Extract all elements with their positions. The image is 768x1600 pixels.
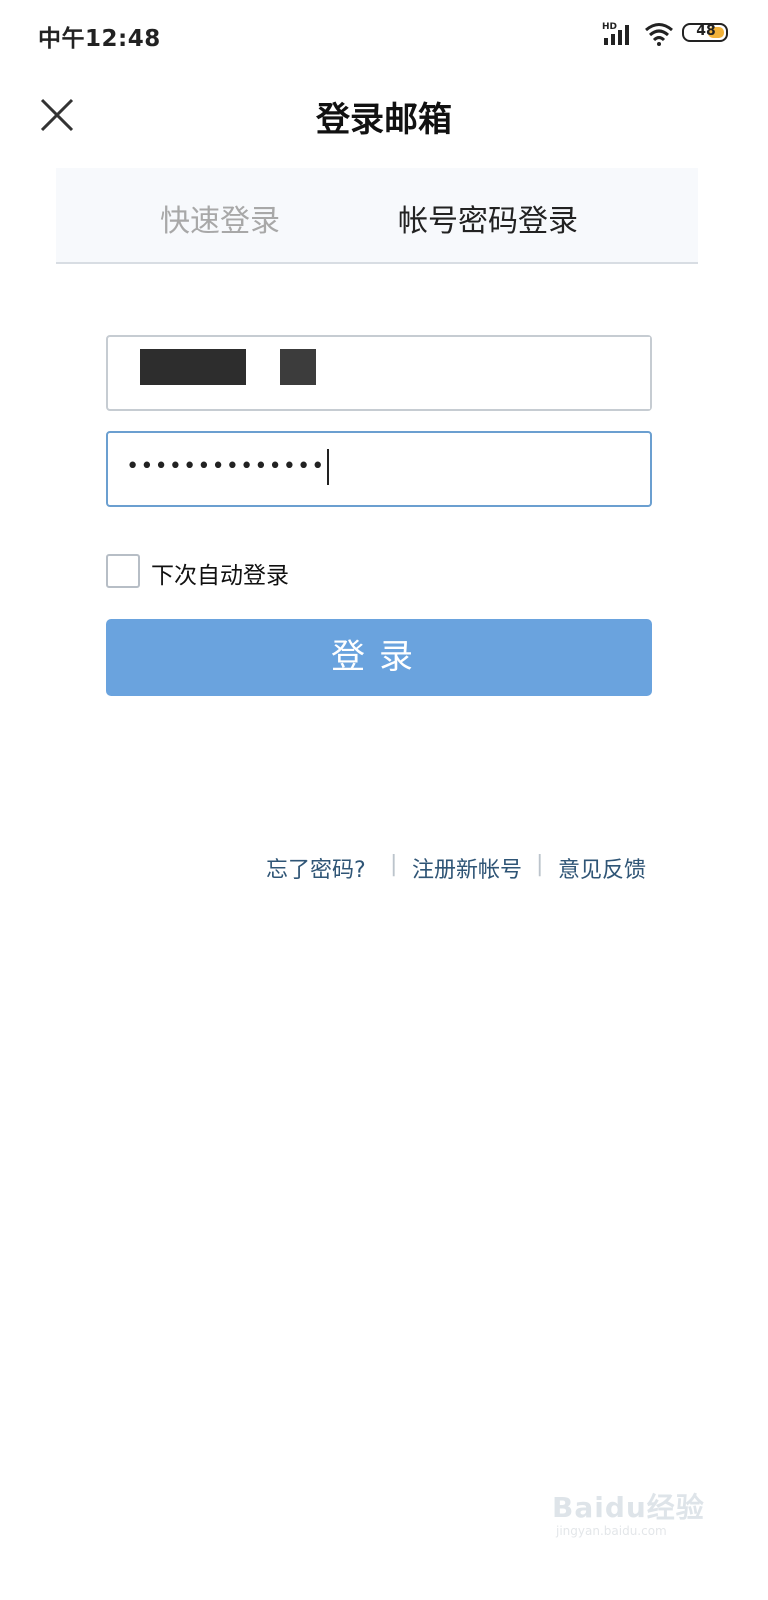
watermark-url: jingyan.baidu.com [556, 1524, 667, 1538]
forgot-password-link[interactable]: 忘了密码? [266, 852, 366, 884]
link-separator: | [536, 852, 544, 877]
wifi-icon [645, 23, 673, 46]
username-input[interactable] [106, 335, 652, 411]
footer-links: 忘了密码? | 注册新帐号 | 意见反馈 [0, 852, 768, 886]
status-time: 中午12:48 [38, 26, 161, 52]
battery-percent: 48 [696, 23, 716, 39]
password-value: •••••••••••••• [126, 454, 326, 479]
redacted-block [280, 349, 316, 385]
remember-checkbox[interactable] [106, 554, 140, 588]
text-caret [327, 449, 330, 485]
link-separator: | [390, 852, 398, 877]
status-bar: 中午12:48 HD 48 [0, 0, 768, 68]
svg-text:HD: HD [602, 22, 617, 32]
redacted-block [140, 349, 246, 385]
battery-icon: 48 [682, 23, 728, 42]
remember-label[interactable]: 下次自动登录 [151, 556, 289, 590]
feedback-link[interactable]: 意见反馈 [558, 852, 646, 884]
watermark-brand: Baidu经验 [552, 1491, 705, 1524]
baidu-watermark: Baidu经验 jingyan.baidu.com [552, 1486, 712, 1556]
input-fade [450, 337, 650, 409]
password-input[interactable]: •••••••••••••• [106, 431, 652, 507]
tab-account-password-login[interactable]: 帐号密码登录 [398, 196, 578, 240]
signal-icon: HD [602, 22, 629, 45]
login-button[interactable]: 登录 [106, 619, 652, 696]
page-title: 登录邮箱 [316, 100, 452, 140]
login-tabs: 快速登录 帐号密码登录 [56, 168, 698, 264]
register-link[interactable]: 注册新帐号 [412, 852, 522, 884]
tab-quick-login[interactable]: 快速登录 [160, 196, 280, 240]
